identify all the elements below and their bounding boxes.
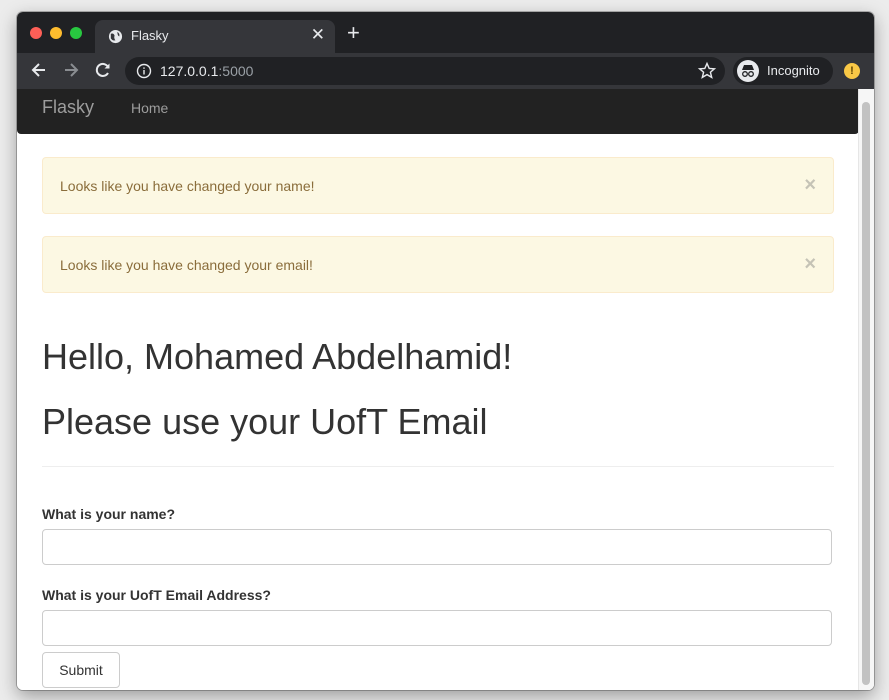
alert-name-changed: Looks like you have changed your name! × — [42, 157, 834, 214]
tab-strip: Flasky ✕ + — [17, 12, 874, 53]
alert-email-changed: Looks like you have changed your email! … — [42, 236, 834, 293]
uoft-notice-heading: Please use your UofT Email — [42, 401, 488, 442]
navbar-brand[interactable]: Flasky — [42, 97, 94, 118]
extension-icon[interactable]: ! — [844, 63, 860, 79]
submit-button[interactable]: Submit — [42, 652, 120, 688]
alert-message: Looks like you have changed your email! — [60, 257, 313, 273]
nav-link-home[interactable]: Home — [131, 100, 168, 116]
reload-icon[interactable] — [93, 60, 113, 80]
forward-arrow-icon[interactable] — [61, 60, 81, 80]
email-field-label: What is your UofT Email Address? — [42, 587, 271, 603]
minimize-window-button[interactable] — [50, 27, 62, 39]
tab-title: Flasky — [131, 28, 169, 43]
browser-toolbar: 127.0.0.1:5000 Incognito ! — [17, 53, 874, 89]
tab-flasky[interactable]: Flasky ✕ — [95, 20, 335, 53]
divider — [42, 466, 834, 467]
tab-close-icon[interactable]: ✕ — [311, 25, 325, 45]
info-icon[interactable] — [136, 63, 152, 79]
back-arrow-icon[interactable] — [29, 60, 49, 80]
bookmark-star-icon[interactable] — [697, 61, 717, 81]
new-tab-button[interactable]: + — [347, 22, 360, 44]
globe-icon — [108, 29, 123, 44]
alert-close-icon[interactable]: × — [804, 175, 816, 195]
address-bar[interactable]: 127.0.0.1:5000 — [125, 57, 725, 85]
site-navbar: Flasky Home — [17, 89, 859, 134]
alert-message: Looks like you have changed your name! — [60, 178, 315, 194]
incognito-icon — [737, 60, 759, 82]
greeting-heading: Hello, Mohamed Abdelhamid! — [42, 336, 513, 377]
alert-close-icon[interactable]: × — [804, 254, 816, 274]
name-input[interactable] — [42, 529, 832, 565]
incognito-label: Incognito — [767, 63, 820, 78]
extension-badge: ! — [850, 65, 854, 77]
url-text: 127.0.0.1:5000 — [160, 63, 253, 79]
email-input[interactable] — [42, 610, 832, 646]
maximize-window-button[interactable] — [70, 27, 82, 39]
incognito-badge[interactable]: Incognito — [733, 57, 833, 85]
url-host: 127.0.0.1 — [160, 63, 219, 79]
scrollbar[interactable] — [858, 89, 874, 690]
url-port: :5000 — [218, 63, 254, 79]
scrollbar-thumb[interactable] — [862, 102, 870, 685]
browser-window: Flasky ✕ + 127.0.0.1:5000 Incognito ! Fl… — [17, 12, 874, 690]
close-window-button[interactable] — [30, 27, 42, 39]
page-viewport: Flasky Home Looks like you have changed … — [17, 89, 874, 690]
name-field-label: What is your name? — [42, 506, 176, 522]
